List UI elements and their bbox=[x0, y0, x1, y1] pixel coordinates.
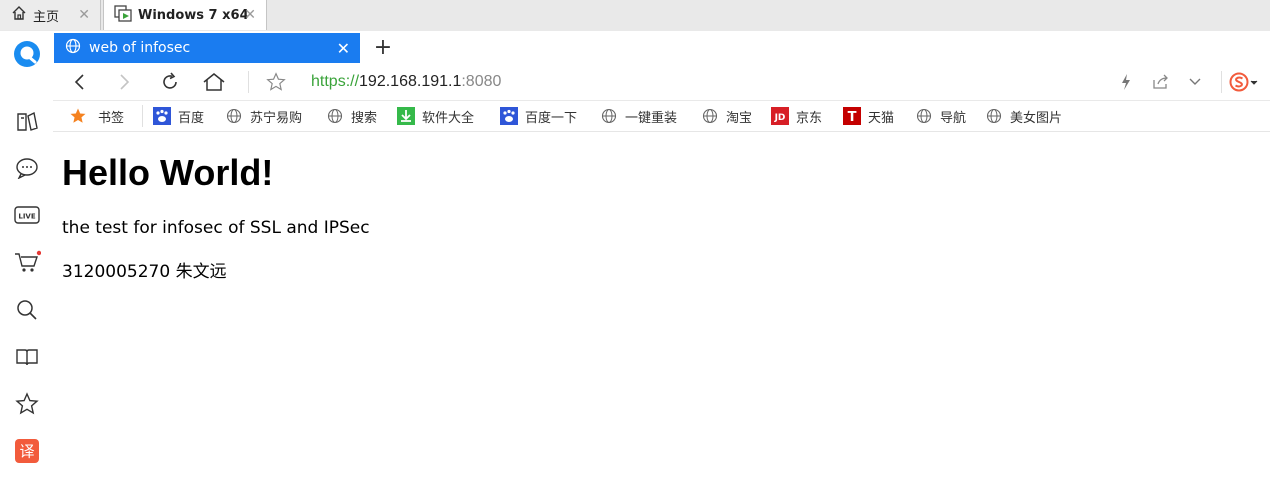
bookmark-item[interactable]: 一键重装 bbox=[600, 105, 677, 127]
page-text-line: 3120005270 朱文远 bbox=[62, 262, 227, 282]
translate-icon-text: 译 bbox=[19, 443, 34, 461]
live-icon-text: LIVE bbox=[18, 213, 35, 221]
reload-button[interactable] bbox=[155, 67, 185, 97]
shopping-cart-icon[interactable] bbox=[12, 247, 42, 277]
forward-button[interactable] bbox=[109, 67, 139, 97]
bookmark-item[interactable]: 导航 bbox=[915, 105, 966, 127]
vm-tab-windows7-label: Windows 7 x64 bbox=[138, 7, 249, 23]
bookmark-label: 百度 bbox=[178, 110, 205, 126]
globe-icon bbox=[600, 107, 618, 125]
chat-icon[interactable] bbox=[12, 153, 42, 183]
baidu-icon bbox=[500, 107, 518, 125]
bookmark-label: 百度一下 bbox=[525, 110, 578, 126]
download-icon bbox=[397, 107, 415, 125]
bookmark-item[interactable]: 百度一下 bbox=[500, 105, 577, 127]
tmall-icon-text: T bbox=[848, 110, 857, 125]
bookmark-item[interactable]: 书签 bbox=[69, 105, 124, 127]
bookmark-item[interactable]: 百度 bbox=[153, 105, 204, 127]
bookmark-label: 书签 bbox=[98, 110, 125, 126]
bookmark-item[interactable]: 搜索 bbox=[326, 105, 377, 127]
close-icon[interactable]: ✕ bbox=[244, 7, 256, 23]
vm-tab-home[interactable]: 主页 ✕ bbox=[0, 0, 101, 30]
search-icon[interactable] bbox=[12, 295, 42, 325]
baidu-icon bbox=[153, 107, 171, 125]
navigation-bar: https://192.168.191.1:8080 bbox=[53, 63, 1270, 101]
chevron-right-icon bbox=[120, 74, 130, 90]
chevron-left-icon bbox=[74, 74, 84, 90]
browser-tab-strip: web of infosec ✕ + bbox=[53, 31, 1270, 64]
close-tab-icon[interactable]: ✕ bbox=[337, 39, 350, 58]
page-text-line: the test for infosec of SSL and IPSec bbox=[62, 218, 370, 238]
star-outline-icon bbox=[266, 72, 286, 91]
browser-sidebar: LIVE 译 bbox=[0, 31, 53, 481]
divider bbox=[142, 105, 143, 127]
bookmark-item[interactable]: 淘宝 bbox=[701, 105, 752, 127]
apps-icon[interactable] bbox=[12, 106, 42, 136]
lightning-button[interactable] bbox=[1111, 67, 1141, 97]
address-bar[interactable]: https://192.168.191.1:8080 bbox=[311, 69, 501, 95]
favorites-star-icon[interactable] bbox=[12, 389, 42, 419]
page-heading: Hello World! bbox=[62, 152, 274, 193]
browser-logo-icon[interactable] bbox=[12, 39, 42, 69]
home-icon bbox=[11, 5, 27, 25]
vm-tab-home-label: 主页 bbox=[33, 9, 60, 25]
bookmark-label: 淘宝 bbox=[726, 110, 753, 126]
bookmark-item[interactable]: 苏宁易购 bbox=[225, 105, 302, 127]
divider bbox=[1221, 71, 1222, 93]
divider bbox=[248, 71, 249, 93]
bookmark-label: 搜索 bbox=[351, 110, 378, 126]
chevron-down-icon bbox=[1189, 78, 1201, 85]
dropdown-button[interactable] bbox=[1180, 67, 1210, 97]
bookmark-star-button[interactable] bbox=[261, 67, 291, 97]
new-tab-button[interactable]: + bbox=[369, 33, 397, 61]
globe-icon bbox=[915, 107, 933, 125]
translate-icon[interactable]: 译 bbox=[12, 436, 42, 466]
globe-icon bbox=[225, 107, 243, 125]
globe-icon bbox=[985, 107, 1003, 125]
globe-icon bbox=[326, 107, 344, 125]
url-scheme: https:// bbox=[311, 73, 360, 90]
back-button[interactable] bbox=[65, 67, 95, 97]
star-icon bbox=[69, 107, 87, 125]
globe-icon bbox=[65, 38, 81, 58]
browser-tab-active[interactable]: web of infosec ✕ bbox=[54, 33, 360, 63]
bookmark-label: 京东 bbox=[796, 110, 823, 126]
bookmark-item[interactable]: 美女图片 bbox=[985, 105, 1062, 127]
vm-icon bbox=[114, 4, 132, 26]
sogou-button[interactable] bbox=[1229, 67, 1259, 97]
bookmark-item[interactable]: T 天猫 bbox=[843, 105, 894, 127]
bookmark-item[interactable]: JD 京东 bbox=[771, 105, 822, 127]
home-button[interactable] bbox=[199, 67, 229, 97]
bookmarks-bar: 书签 百度 苏宁易购 搜索 软件大全 百度一下 一键重装 淘宝 JD 京东 T … bbox=[53, 101, 1270, 132]
globe-icon bbox=[701, 107, 719, 125]
tmall-icon: T bbox=[843, 107, 861, 125]
jd-icon-text: JD bbox=[774, 113, 786, 123]
bookmark-label: 导航 bbox=[940, 110, 967, 126]
lightning-icon bbox=[1122, 74, 1130, 90]
browser-tab-title: web of infosec bbox=[89, 40, 191, 56]
close-icon[interactable]: ✕ bbox=[78, 7, 90, 23]
bookmark-label: 美女图片 bbox=[1010, 110, 1063, 126]
bookmark-label: 苏宁易购 bbox=[250, 110, 303, 126]
vm-tab-bar: 主页 ✕ Windows 7 x64 ✕ bbox=[0, 0, 1270, 32]
live-icon[interactable]: LIVE bbox=[12, 200, 42, 230]
share-button[interactable] bbox=[1146, 67, 1176, 97]
vm-tab-windows7[interactable]: Windows 7 x64 ✕ bbox=[103, 0, 267, 30]
url-host: 192.168.191.1 bbox=[359, 73, 462, 90]
sogou-icon bbox=[1229, 72, 1258, 92]
share-icon bbox=[1153, 74, 1168, 89]
book-icon[interactable] bbox=[12, 342, 42, 372]
url-port: :8080 bbox=[461, 73, 502, 90]
jd-icon: JD bbox=[771, 107, 789, 125]
bookmark-label: 软件大全 bbox=[422, 110, 475, 126]
bookmark-label: 天猫 bbox=[868, 110, 895, 126]
home-icon bbox=[203, 73, 225, 91]
reload-icon bbox=[163, 72, 177, 89]
bookmark-label: 一键重装 bbox=[625, 110, 678, 126]
bookmark-item[interactable]: 软件大全 bbox=[397, 105, 474, 127]
